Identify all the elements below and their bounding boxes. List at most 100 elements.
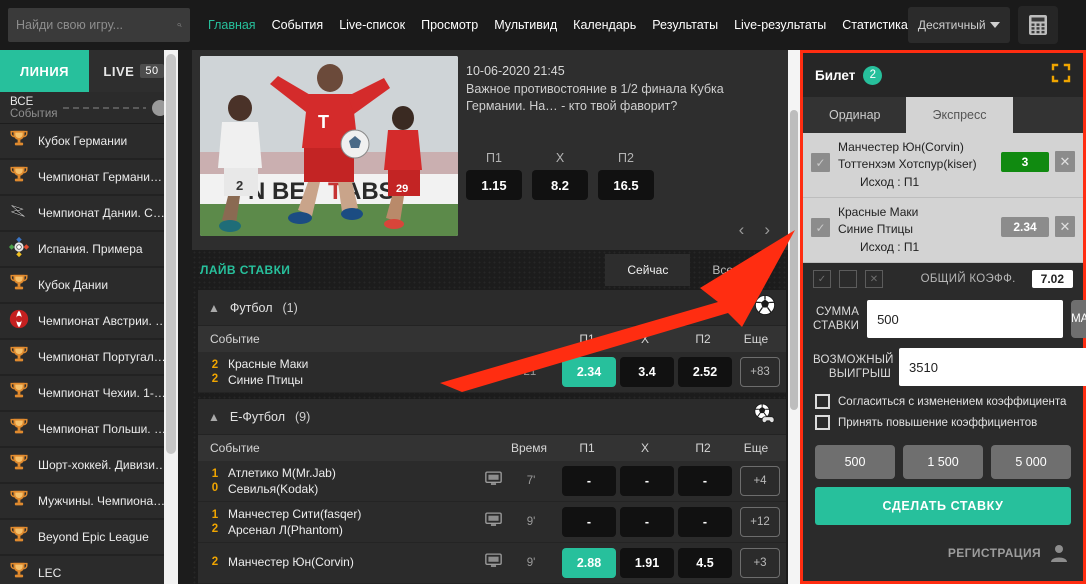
- section-header[interactable]: ▲ Футбол (1): [198, 290, 786, 326]
- bet-item-body: Манчестер Юн(Corvin) Тоттенхэм Хотспур(k…: [830, 139, 1001, 189]
- calculator-button[interactable]: [1017, 6, 1058, 44]
- odd-p1[interactable]: -: [562, 466, 616, 496]
- table-row[interactable]: 1 0 Атлетико М(Mr.Jab) Севилья(Kodak) 7'…: [198, 461, 786, 502]
- nav-item-view[interactable]: Просмотр: [421, 18, 478, 32]
- quick-amount-500[interactable]: 500: [815, 445, 895, 479]
- accept-odds-increase-row[interactable]: Принять повышение коэффициентов: [803, 412, 1083, 433]
- chevron-left-icon[interactable]: ‹: [739, 220, 745, 240]
- nav-item-live-list[interactable]: Live-список: [339, 18, 405, 32]
- sidebar-league-item[interactable]: Чемпионат Дании. С…: [0, 196, 178, 230]
- main-scrollbar-thumb[interactable]: [790, 110, 798, 410]
- promo-odd-p1-value[interactable]: 1.15: [466, 170, 522, 200]
- tv-icon[interactable]: [485, 512, 502, 532]
- quick-amount-1500[interactable]: 1 500: [903, 445, 983, 479]
- sidebar-scrollbar[interactable]: [164, 50, 178, 584]
- sidebar-league-item[interactable]: Кубок Дании: [0, 268, 178, 302]
- sidebar-league-item[interactable]: LEC: [0, 556, 178, 584]
- section-header[interactable]: ▲ Е-Футбол (9): [198, 399, 786, 435]
- sidebar-league-item[interactable]: Шорт-хоккей. Дивизи…: [0, 448, 178, 482]
- promo-datetime: 10-06-2020 21:45: [466, 64, 565, 78]
- bet-slip-tab-single[interactable]: Ординар: [803, 97, 906, 133]
- register-row[interactable]: РЕГИСТРАЦИЯ: [803, 525, 1083, 563]
- more-markets-button[interactable]: +4: [740, 466, 780, 496]
- search-box[interactable]: [8, 8, 190, 42]
- odd-p1[interactable]: 2.34: [562, 357, 616, 387]
- check-all-icon[interactable]: ✓: [813, 270, 831, 288]
- sidebar-league-item[interactable]: Чемпионат Австрии. …: [0, 304, 178, 338]
- odd-x[interactable]: -: [620, 466, 674, 496]
- bet-slip-tab-express[interactable]: Экспресс: [906, 97, 1013, 133]
- place-bet-button[interactable]: СДЕЛАТЬ СТАВКУ: [815, 487, 1071, 525]
- odd-p1[interactable]: -: [562, 507, 616, 537]
- bet-item-odd[interactable]: 2.34: [1001, 216, 1049, 237]
- bet-item-remove-icon[interactable]: ✕: [1055, 151, 1075, 172]
- odds-format-select[interactable]: Десятичный: [907, 7, 1010, 43]
- nav-item-results[interactable]: Результаты: [652, 18, 718, 32]
- bet-item-remove-icon[interactable]: ✕: [1055, 216, 1075, 237]
- more-markets-button[interactable]: +12: [740, 507, 780, 537]
- table-row[interactable]: 2 Манчестер Юн(Corvin) 9' 2.88 1.91 4.5 +3: [198, 543, 786, 584]
- stake-input[interactable]: [867, 300, 1064, 338]
- row-event: 1 0 Атлетико М(Mr.Jab) Севилья(Kodak): [204, 466, 502, 496]
- section-count: (9): [295, 409, 311, 424]
- quick-amount-5000[interactable]: 5 000: [991, 445, 1071, 479]
- expand-icon[interactable]: [1051, 63, 1071, 88]
- accept-odds-change-row[interactable]: Согласиться с изменением коэффициента: [803, 391, 1083, 412]
- stake-max-button[interactable]: MAX: [1071, 300, 1086, 338]
- odd-p2[interactable]: 2.52: [678, 357, 732, 387]
- accept-odds-increase-checkbox[interactable]: [815, 415, 830, 430]
- bet-item-checkbox[interactable]: ✓: [811, 218, 830, 237]
- search-icon[interactable]: [177, 15, 182, 35]
- table-row[interactable]: 1 2 Манчестер Сити(fasqer) Арсенал Л(Pha…: [198, 502, 786, 543]
- sidebar-tab-line[interactable]: ЛИНИЯ: [0, 50, 89, 92]
- user-icon[interactable]: [1049, 543, 1069, 563]
- live-tab-all[interactable]: Все Лайв: [690, 254, 786, 286]
- odd-p2[interactable]: 4.5: [678, 548, 732, 578]
- sidebar-league-item[interactable]: Чемпионат Германи…: [0, 160, 178, 194]
- odd-p2[interactable]: -: [678, 507, 732, 537]
- odd-x[interactable]: -: [620, 507, 674, 537]
- score-away: 2: [211, 523, 219, 535]
- sidebar-league-item[interactable]: Beyond Epic League: [0, 520, 178, 554]
- table-row[interactable]: 2 2 Красные Маки Синие Птицы 21' 2.34 3.4…: [198, 352, 786, 393]
- nav-item-home[interactable]: Главная: [208, 18, 256, 32]
- win-input[interactable]: [899, 348, 1086, 386]
- promo-odd-p2-value[interactable]: 16.5: [598, 170, 654, 200]
- sidebar-scrollbar-thumb[interactable]: [166, 54, 176, 454]
- odd-x[interactable]: 3.4: [620, 357, 674, 387]
- tv-icon[interactable]: [485, 553, 502, 573]
- sidebar-league-item[interactable]: Мужчины. Чемпиона…: [0, 484, 178, 518]
- sidebar-league-item[interactable]: Чемпионат Чехии. 1-…: [0, 376, 178, 410]
- clear-all-icon[interactable]: ✕: [865, 270, 883, 288]
- sidebar-league-label: Шорт-хоккей. Дивизи…: [38, 458, 167, 472]
- main-scrollbar[interactable]: [788, 50, 800, 584]
- chevron-right-icon[interactable]: ›: [764, 220, 770, 240]
- more-markets-button[interactable]: +3: [740, 548, 780, 578]
- promo-odd-p1: П1 1.15: [466, 151, 522, 200]
- tv-icon[interactable]: [485, 471, 502, 491]
- odd-p1[interactable]: 2.88: [562, 548, 616, 578]
- sidebar-league-item[interactable]: Чемпионат Португал…: [0, 340, 178, 374]
- promo-odd-x-value[interactable]: 8.2: [532, 170, 588, 200]
- bet-item-team1: Манчестер Юн(Corvin): [838, 140, 964, 154]
- accept-odds-change-checkbox[interactable]: [815, 394, 830, 409]
- sidebar-league-item[interactable]: Кубок Германии: [0, 124, 178, 158]
- live-tab-now[interactable]: Сейчас: [605, 254, 691, 286]
- odd-p2[interactable]: -: [678, 466, 732, 496]
- nav-item-statistics[interactable]: Статистика: [842, 18, 908, 32]
- bet-item-odd[interactable]: 3: [1001, 151, 1049, 172]
- all-events-toggle[interactable]: ВСЕ События: [0, 92, 178, 124]
- chevron-up-icon[interactable]: ▲: [208, 301, 220, 315]
- more-markets-button[interactable]: +83: [740, 357, 780, 387]
- nav-item-live-results[interactable]: Live-результаты: [734, 18, 826, 32]
- copy-icon[interactable]: [839, 270, 857, 288]
- nav-item-events[interactable]: События: [272, 18, 324, 32]
- sidebar-league-item[interactable]: Испания. Примера: [0, 232, 178, 266]
- search-input[interactable]: [16, 18, 177, 32]
- nav-item-calendar[interactable]: Календарь: [573, 18, 636, 32]
- odd-x[interactable]: 1.91: [620, 548, 674, 578]
- chevron-up-icon[interactable]: ▲: [208, 410, 220, 424]
- bet-item-checkbox[interactable]: ✓: [811, 153, 830, 172]
- nav-item-multiview[interactable]: Мультивид: [494, 18, 557, 32]
- sidebar-league-item[interactable]: Чемпионат Польши. …: [0, 412, 178, 446]
